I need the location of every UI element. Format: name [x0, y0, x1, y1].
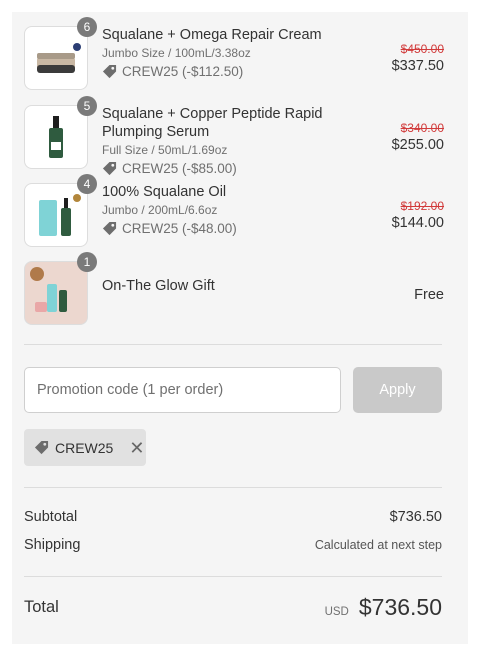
quantity-badge: 6 [77, 17, 97, 37]
product-name: Squalane + Omega Repair Cream [102, 27, 322, 43]
item-discount: CREW25 (-$85.00) [102, 161, 342, 176]
product-variant: Jumbo / 200mL/6.6oz [102, 203, 218, 217]
divider [24, 576, 442, 577]
product-image-gift-set [30, 267, 67, 312]
applied-discount-chip: CREW25 ✕ [24, 429, 146, 466]
product-name: Squalane + Copper Peptide Rapid Plumping… [102, 106, 323, 140]
quantity-badge: 5 [77, 96, 97, 116]
line-item: 4 100% Squalane Oil Jumbo / 200mL/6.6oz … [24, 174, 444, 247]
item-price: Free [414, 287, 444, 303]
line-item: 5 Squalane + Copper Peptide Rapid Plumpi… [24, 96, 444, 176]
item-discount: CREW25 (-$112.50) [102, 64, 342, 79]
item-discount: CREW25 (-$48.00) [102, 221, 342, 236]
product-thumbnail: 1 [24, 252, 97, 325]
tag-icon [102, 221, 117, 236]
total-row: Total USD $736.50 [24, 594, 442, 621]
line-item: 1 On-The Glow Gift Free [24, 252, 444, 325]
subtotal-label: Subtotal [24, 509, 78, 525]
product-name: On-The Glow Gift [102, 278, 215, 294]
close-icon[interactable]: ✕ [129, 439, 144, 457]
tag-icon [102, 161, 117, 176]
tag-icon [102, 64, 117, 79]
original-price: $340.00 [400, 121, 444, 135]
tag-icon [34, 440, 49, 455]
applied-code: CREW25 [55, 439, 114, 456]
discount-text: CREW25 (-$85.00) [122, 161, 237, 176]
product-thumbnail: 5 [24, 96, 97, 169]
discount-text: CREW25 (-$48.00) [122, 221, 237, 236]
product-image-cream-jar [37, 43, 81, 73]
subtotal-row: Subtotal $736.50 [24, 509, 442, 525]
order-summary: 6 Squalane + Omega Repair Cream Jumbo Si… [12, 12, 468, 644]
product-variant: Jumbo Size / 100mL/3.38oz [102, 46, 251, 60]
original-price: $450.00 [400, 42, 444, 56]
product-image-serum-bottle [49, 116, 63, 158]
discounted-price: $337.50 [391, 58, 444, 74]
product-variant: Full Size / 50mL/1.69oz [102, 143, 228, 157]
discount-text: CREW25 (-$112.50) [122, 64, 244, 79]
discounted-price: $255.00 [391, 137, 444, 153]
shipping-value: Calculated at next step [314, 538, 442, 552]
shipping-row: Shipping Calculated at next step [24, 537, 442, 553]
line-item: 6 Squalane + Omega Repair Cream Jumbo Si… [24, 17, 444, 90]
divider [24, 487, 442, 488]
product-thumbnail: 4 [24, 174, 97, 247]
product-thumbnail: 6 [24, 17, 97, 90]
discounted-price: $144.00 [391, 215, 444, 231]
total-value: $736.50 [358, 594, 442, 620]
total-label: Total [24, 598, 59, 616]
quantity-badge: 1 [77, 252, 97, 272]
shipping-label: Shipping [24, 537, 81, 553]
product-name: 100% Squalane Oil [102, 184, 227, 200]
apply-button[interactable]: Apply [353, 367, 442, 413]
divider [24, 344, 442, 345]
subtotal-value: $736.50 [389, 509, 442, 525]
quantity-badge: 4 [77, 174, 97, 194]
currency-code: USD [324, 606, 349, 618]
original-price: $192.00 [400, 199, 444, 213]
product-image-oil-bottles [39, 194, 81, 236]
promotion-code-input[interactable] [24, 367, 341, 413]
